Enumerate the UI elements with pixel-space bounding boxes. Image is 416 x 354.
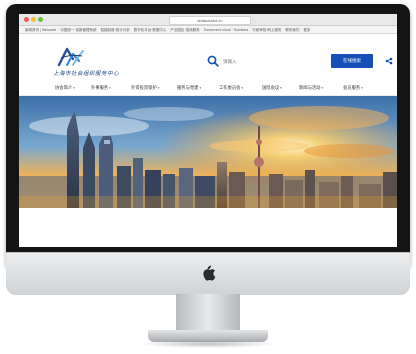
nav-item-news[interactable]: 新闻与活动 — [299, 81, 323, 95]
nav-item-foreign-affairs[interactable]: 外事服务 — [91, 81, 111, 95]
minimize-window-button[interactable] — [31, 17, 36, 22]
maximize-window-button[interactable] — [38, 17, 43, 22]
share-icon[interactable] — [385, 57, 393, 65]
bookmark-item[interactable]: 新闻资讯 | Welcome — [25, 26, 56, 33]
browser-titlebar: shdaofudzt.cn — [19, 14, 397, 26]
search-icon[interactable] — [207, 55, 219, 67]
nav-item-committees[interactable]: 工作委员会 — [219, 81, 243, 95]
bookmark-item[interactable]: 数字化平台·数据中心 — [134, 26, 167, 33]
nav-item-about[interactable]: 协会简介 — [55, 81, 75, 95]
main-nav: 协会简介 外事服务 外资投资保护 服务与党建 工作委员会 国际会议 新闻与活动 … — [19, 81, 397, 96]
bookmark-item[interactable]: Tomorrow's cloud · Solutions — [204, 26, 249, 33]
nav-item-members[interactable]: 会员服务 — [343, 81, 363, 95]
nav-item-investment[interactable]: 外资投资保护 — [131, 81, 160, 95]
bookmark-item[interactable]: 智能制造·统计分析 — [101, 26, 130, 33]
bookmark-item[interactable]: 中国统一·创新管理系统 — [60, 26, 96, 33]
close-window-button[interactable] — [24, 17, 29, 22]
search-button[interactable]: 在线搜索 — [331, 54, 373, 68]
page-content-area — [19, 208, 397, 247]
nav-item-services[interactable]: 服务与党建 — [177, 81, 201, 95]
bookmarks-bar: 新闻资讯 | Welcome 中国统一·创新管理系统 智能制造·统计分析 数字化平台·… — [19, 26, 397, 34]
apple-logo-icon — [203, 265, 216, 281]
site-header: 上海市社会组织服务中心 在线搜索 — [19, 35, 397, 81]
search-input[interactable] — [223, 57, 283, 65]
hero-banner-skyline[interactable] — [19, 96, 397, 208]
screen: shdaofudzt.cn 新闻资讯 | Welcome 中国统一·创新管理系统智… — [19, 14, 397, 247]
nav-item-conferences[interactable]: 国际会议 — [262, 81, 282, 95]
address-bar[interactable]: shdaofudzt.cn — [169, 16, 251, 25]
bookmark-item[interactable]: 更多 — [303, 26, 310, 33]
stand-shadow — [140, 340, 276, 348]
bookmark-item[interactable]: 行政审批·网上服务 — [252, 26, 281, 33]
imac-stand-neck — [176, 294, 240, 334]
bookmark-item[interactable]: 产业园区·招商服务 — [170, 26, 199, 33]
site-logo-text: 上海市社会组织服务中心 — [53, 71, 120, 77]
bookmark-item[interactable]: 联系我们 — [285, 26, 299, 33]
